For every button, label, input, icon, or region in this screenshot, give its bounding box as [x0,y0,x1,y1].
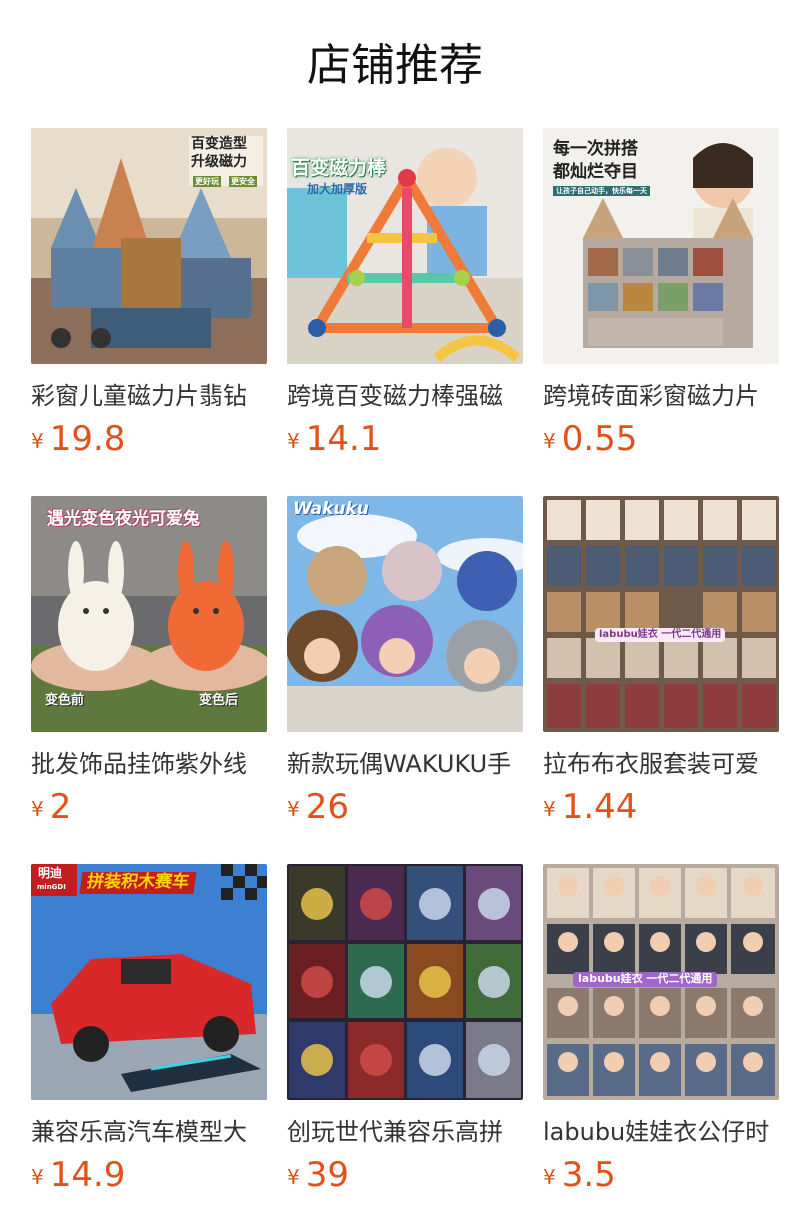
currency-symbol: ¥ [287,1165,300,1189]
product-price: ¥14.1 [287,419,381,459]
section-title: 店铺推荐 [307,40,483,91]
product-price: ¥1.44 [543,787,637,827]
shop-recommend-page: 店铺推荐 百变造型 升级磁力 更好玩 更安全 彩窗儿童磁力片翡钻 ¥ 19.8 … [0,0,790,1232]
image-caption: 升级磁力 [191,154,247,170]
product-image[interactable]: labubu娃衣 一代二代通用 [543,864,779,1100]
currency-symbol: ¥ [287,429,300,453]
image-caption: 每一次拼搭 [553,139,638,159]
price-value: 14.9 [49,1155,126,1195]
product-card[interactable]: 明迪 minGDI 拼装积木赛车 兼容乐高汽车模型大 ¥14.9 [31,864,267,1204]
product-name[interactable]: 跨境砖面彩窗磁力片 [543,379,779,413]
currency-symbol: ¥ [287,797,300,821]
price-value: 0.55 [561,419,638,459]
product-name[interactable]: 新款玩偶WAKUKU手 [287,747,523,781]
product-card[interactable]: 遇光变色夜光可爱兔 变色前 变色后 批发饰品挂饰紫外线 ¥2 [31,496,267,836]
product-price: ¥39 [287,1155,349,1195]
image-tag: 更好玩 [193,176,221,188]
product-card[interactable]: 每一次拼搭 都灿烂夺目 让孩子自己动手，快乐每一天 跨境砖面彩窗磁力片 ¥0.5… [543,128,779,468]
currency-symbol: ¥ [31,1165,44,1189]
product-card[interactable]: 百变造型 升级磁力 更好玩 更安全 彩窗儿童磁力片翡钻 ¥19.8 [31,128,267,468]
product-card[interactable]: Wakuku 新款玩偶WAKUKU手 ¥26 [287,496,523,836]
image-caption: labubu娃衣 一代二代通用 [573,972,718,987]
product-name[interactable]: 跨境百变磁力棒强磁 [287,379,523,413]
image-tag: 变色后 [199,693,239,708]
product-name[interactable]: labubu娃娃衣公仔时 [543,1115,779,1149]
image-tag: 更安全 [229,176,257,188]
product-name[interactable]: 兼容乐高汽车模型大 [31,1115,267,1149]
product-name[interactable]: 彩窗儿童磁力片翡钻 [31,379,267,413]
product-image[interactable]: 明迪 minGDI 拼装积木赛车 [31,864,267,1100]
product-price: ¥26 [287,787,349,827]
product-card[interactable]: 创玩世代兼容乐高拼 ¥39 [287,864,523,1204]
product-name[interactable]: 创玩世代兼容乐高拼 [287,1115,523,1149]
product-price: ¥14.9 [31,1155,125,1195]
image-caption: 加大加厚版 [307,182,368,196]
currency-symbol: ¥ [543,797,556,821]
price-value: 14.1 [305,419,382,459]
product-image[interactable]: Wakuku [287,496,523,732]
product-image[interactable] [287,864,523,1100]
product-card[interactable]: 百变磁力棒 加大加厚版 跨境百变磁力棒强磁 ¥14.1 [287,128,523,468]
image-caption: 百变磁力棒 [291,157,387,179]
price-value: 1.44 [561,787,638,827]
product-image[interactable]: 百变造型 升级磁力 更好玩 更安全 [31,128,267,364]
product-image[interactable]: labubu娃衣 一代二代通用 [543,496,779,732]
currency-symbol: ¥ [543,1165,556,1189]
image-caption: 百变造型 [191,136,247,152]
currency-symbol: ¥ [543,429,556,453]
image-caption: 遇光变色夜光可爱兔 [47,509,200,529]
brand-logo: 明迪 [38,866,63,880]
product-price: ¥0.55 [543,419,637,459]
product-price: ¥3.5 [543,1155,616,1195]
image-tag: 变色前 [45,693,85,708]
currency-symbol: ¥ [31,797,44,821]
price-value: 39 [305,1155,349,1195]
product-image[interactable]: 每一次拼搭 都灿烂夺目 让孩子自己动手，快乐每一天 [543,128,779,364]
image-caption: 都灿烂夺目 [553,162,638,182]
product-card[interactable]: labubu娃衣 一代二代通用 labubu娃娃衣公仔时 ¥3.5 [543,864,779,1204]
image-caption: labubu娃衣 一代二代通用 [595,628,726,642]
product-name[interactable]: 拉布布衣服套装可爱 [543,747,779,781]
price-value: 26 [305,787,349,827]
product-image[interactable]: 遇光变色夜光可爱兔 变色前 变色后 [31,496,267,732]
product-name[interactable]: 批发饰品挂饰紫外线 [31,747,267,781]
image-caption: 拼装积木赛车 [79,872,197,894]
brand-logo: minGDI [37,883,66,891]
product-image[interactable]: 百变磁力棒 加大加厚版 [287,128,523,364]
image-tag: 让孩子自己动手，快乐每一天 [553,186,650,197]
price-value: 2 [49,787,72,827]
product-card[interactable]: labubu娃衣 一代二代通用 拉布布衣服套装可爱 ¥1.44 [543,496,779,836]
product-price: ¥2 [31,787,71,827]
currency-symbol: ¥ [31,429,44,453]
price-value: 3.5 [561,1155,616,1195]
product-price: ¥19.8 [31,419,125,459]
image-caption: Wakuku [293,499,369,519]
price-value: 19.8 [49,419,126,459]
